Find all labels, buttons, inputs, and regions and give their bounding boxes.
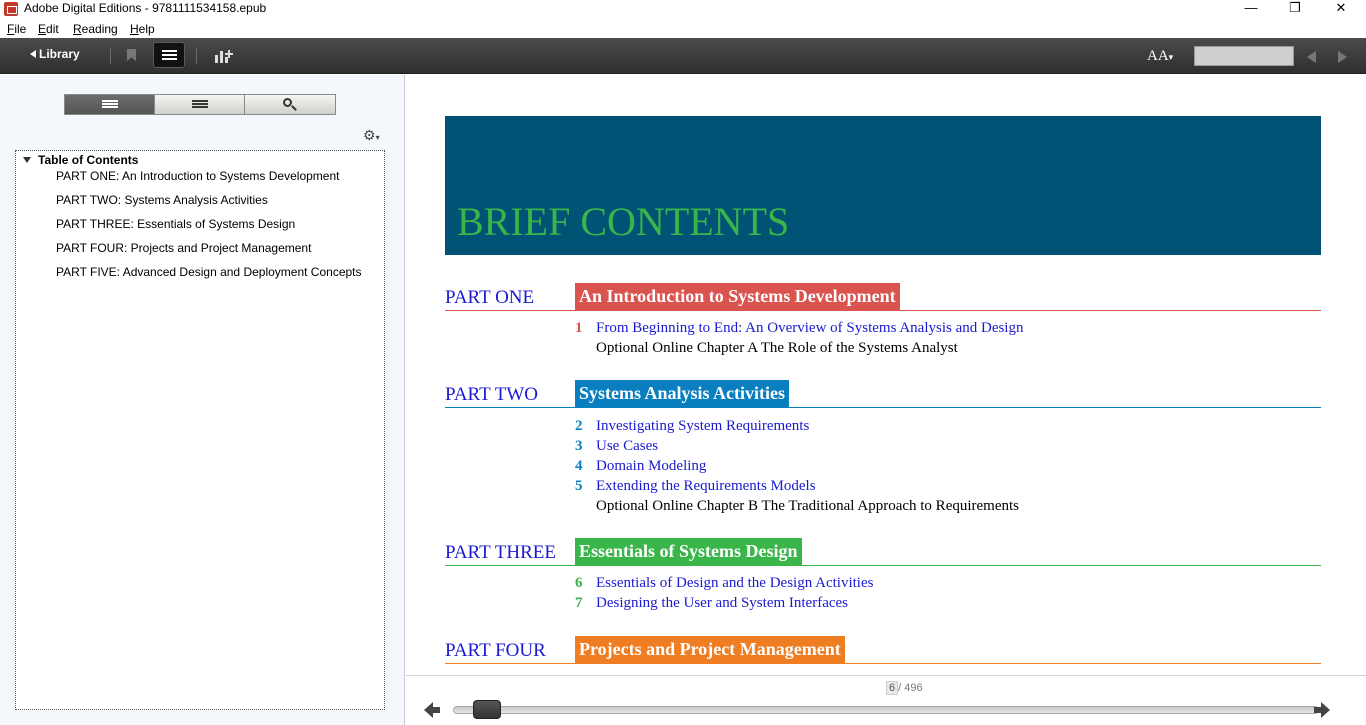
- menu-reading[interactable]: Reading: [73, 22, 118, 36]
- bookmark-icon[interactable]: [127, 49, 136, 61]
- gear-icon[interactable]: ⚙▾: [363, 127, 380, 144]
- menu-edit[interactable]: Edit: [38, 22, 59, 36]
- restore-button[interactable]: ❐: [1272, 0, 1318, 18]
- list-icon: [162, 50, 177, 52]
- toc-toggle-button[interactable]: [153, 42, 185, 68]
- reading-page: BRIEF CONTENTS PART ONE An Introduction …: [406, 75, 1366, 675]
- part-title: An Introduction to Systems Development: [575, 283, 900, 311]
- chapter-title: From Beginning to End: An Overview of Sy…: [596, 320, 1024, 336]
- part-label: PART TWO: [445, 384, 539, 405]
- chapter-title: Optional Online Chapter B The Traditiona…: [596, 498, 1019, 514]
- chapter-link: Optional Online Chapter A The Role of th…: [575, 340, 958, 357]
- toc-root-node[interactable]: Table of Contents: [23, 153, 138, 167]
- part-title: Systems Analysis Activities: [575, 380, 790, 408]
- next-result-icon[interactable]: [1338, 51, 1347, 63]
- library-button[interactable]: Library: [30, 47, 80, 61]
- page-search-input[interactable]: [1194, 46, 1294, 66]
- chapter-link[interactable]: 5 Extending the Requirements Models: [575, 478, 816, 495]
- part-title: Projects and Project Management: [575, 636, 845, 664]
- chapter-title: Optional Online Chapter A The Role of th…: [596, 340, 958, 356]
- bookmarks-list-icon: [192, 100, 208, 109]
- toolbar-separator: [196, 48, 197, 64]
- sidebar: ⚙▾ Table of Contents PART ONE: An Introd…: [0, 75, 405, 725]
- chapter-title: Extending the Requirements Models: [596, 478, 816, 494]
- toc-root-label: Table of Contents: [38, 153, 139, 167]
- reader-toolbar: Library AA▾: [0, 38, 1366, 74]
- app-window: Adobe Digital Editions - 9781111534158.e…: [0, 0, 1366, 725]
- part-label: PART FOUR: [445, 640, 546, 661]
- current-page-field[interactable]: 6: [886, 681, 899, 695]
- chapter-number: 6: [575, 575, 583, 591]
- chapter-link[interactable]: 6 Essentials of Design and the Design Act…: [575, 575, 873, 592]
- chapter-number: 3: [575, 438, 583, 454]
- chapter-link[interactable]: 2 Investigating System Requirements: [575, 418, 809, 435]
- tab-table-of-contents[interactable]: [65, 95, 155, 114]
- page-indicator: 6/ 496: [886, 681, 923, 695]
- chapter-number: 7: [575, 595, 583, 611]
- font-size-label: AA: [1147, 48, 1169, 64]
- chapter-link[interactable]: 4 Domain Modeling: [575, 458, 706, 475]
- part-title: Essentials of Systems Design: [575, 538, 802, 566]
- chapter-link: Optional Online Chapter B The Traditiona…: [575, 498, 1019, 515]
- chapter-title: Use Cases: [596, 438, 659, 454]
- chapter-title: Investigating System Requirements: [596, 418, 810, 434]
- chapter-number: 4: [575, 458, 583, 474]
- part-label: PART THREE: [445, 542, 556, 563]
- toc-item-part-five[interactable]: PART FIVE: Advanced Design and Deploymen…: [56, 265, 362, 279]
- close-button[interactable]: ✕: [1318, 0, 1364, 18]
- toc-item-part-three[interactable]: PART THREE: Essentials of Systems Design: [56, 217, 295, 231]
- search-icon: [283, 98, 292, 107]
- toc-item-part-two[interactable]: PART TWO: Systems Analysis Activities: [56, 193, 268, 207]
- chapter-number: 5: [575, 478, 583, 494]
- contents-banner: BRIEF CONTENTS: [445, 116, 1321, 255]
- toolbar-separator: [110, 48, 111, 64]
- tab-search[interactable]: [245, 95, 335, 114]
- previous-page-icon[interactable]: [424, 702, 441, 718]
- page-navigation-bar: 6/ 496: [406, 675, 1366, 725]
- add-chart-icon[interactable]: [215, 49, 233, 63]
- title-bar: Adobe Digital Editions - 9781111534158.e…: [0, 0, 1366, 18]
- total-pages: / 496: [898, 682, 923, 694]
- tab-bookmarks[interactable]: [155, 95, 245, 114]
- chapter-link[interactable]: 1 From Beginning to End: An Overview of S…: [575, 320, 1023, 337]
- menu-file[interactable]: File: [7, 22, 26, 36]
- page-slider-thumb[interactable]: [472, 700, 501, 719]
- toc-item-part-four[interactable]: PART FOUR: Projects and Project Manageme…: [56, 241, 311, 255]
- toc-tree: Table of Contents PART ONE: An Introduct…: [15, 150, 385, 710]
- chapter-title: Designing the User and System Interfaces: [596, 595, 849, 611]
- chapter-title: Essentials of Design and the Design Acti…: [596, 575, 874, 591]
- chapter-link[interactable]: 7 Designing the User and System Interface…: [575, 595, 848, 612]
- chapter-number: 1: [575, 320, 583, 336]
- chapter-link[interactable]: 3 Use Cases: [575, 438, 658, 455]
- font-size-button[interactable]: AA▾: [1147, 48, 1173, 65]
- minimize-button[interactable]: —: [1228, 0, 1274, 18]
- banner-title: BRIEF CONTENTS: [457, 199, 790, 244]
- toc-item-part-one[interactable]: PART ONE: An Introduction to Systems Dev…: [56, 169, 339, 183]
- part-label: PART ONE: [445, 287, 535, 308]
- window-title: Adobe Digital Editions - 9781111534158.e…: [24, 1, 267, 15]
- menu-help[interactable]: Help: [130, 22, 155, 36]
- app-logo-icon: [4, 2, 18, 16]
- chapter-number: 2: [575, 418, 583, 434]
- menu-bar: File Edit Reading Help: [0, 21, 1366, 38]
- chapter-title: Domain Modeling: [596, 458, 707, 474]
- previous-result-icon[interactable]: [1307, 51, 1316, 63]
- gear-glyph: ⚙: [363, 127, 376, 143]
- next-page-icon[interactable]: [1313, 702, 1330, 718]
- list-icon: [102, 100, 118, 109]
- chevron-down-icon: ▾: [1168, 52, 1174, 62]
- sidebar-tab-group: [64, 94, 336, 115]
- page-slider-track[interactable]: [453, 706, 1319, 714]
